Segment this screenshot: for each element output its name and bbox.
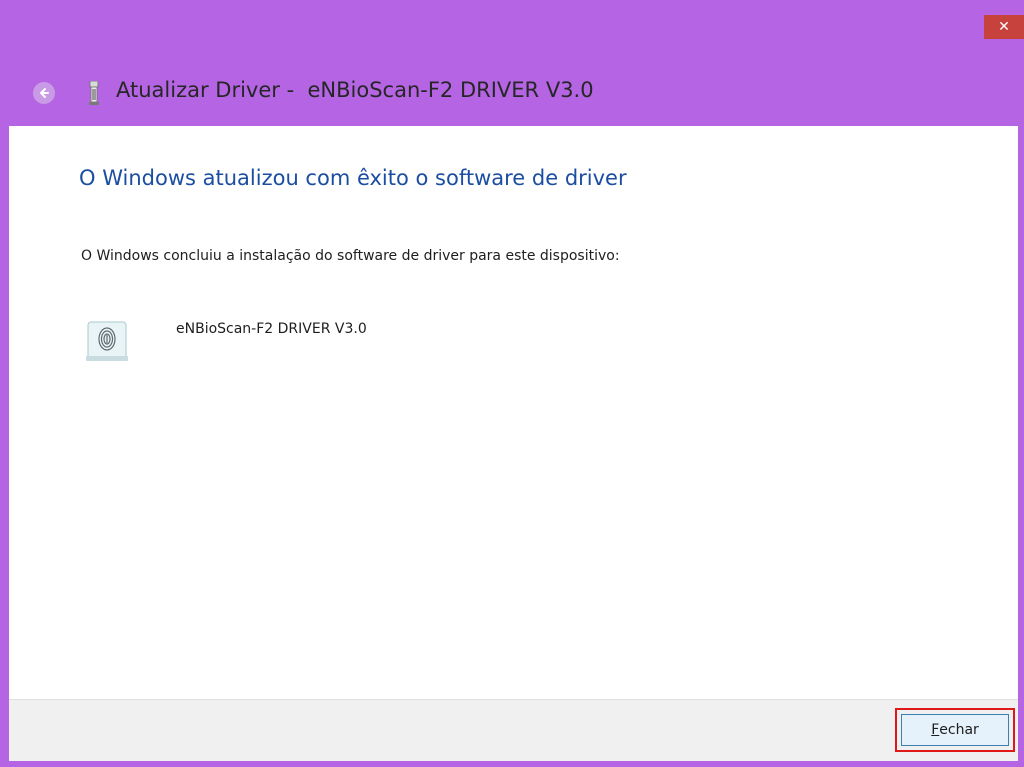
close-icon: ✕ (998, 19, 1010, 35)
usb-device-icon (89, 81, 99, 105)
close-button[interactable]: Fechar (901, 714, 1009, 746)
close-button-highlight: Fechar (895, 708, 1015, 752)
footer-bar: Fechar (9, 699, 1018, 761)
installation-description: O Windows concluiu a instalação do softw… (81, 248, 620, 264)
window-title: Atualizar Driver - eNBioScan-F2 DRIVER V… (116, 78, 594, 102)
fingerprint-icon (86, 321, 128, 361)
close-button-mnemonic: F (931, 722, 940, 738)
device-name: eNBioScan-F2 DRIVER V3.0 (176, 321, 367, 337)
content-panel: O Windows atualizou com êxito o software… (9, 126, 1018, 699)
back-arrow-icon (40, 88, 49, 98)
driver-update-window: ✕ Atualizar Driver - eNBioScan-F2 DRIVER… (0, 0, 1024, 767)
page-heading: O Windows atualizou com êxito o software… (79, 166, 627, 190)
title-bar: Atualizar Driver - eNBioScan-F2 DRIVER V… (0, 60, 1024, 126)
back-button[interactable] (33, 82, 55, 104)
close-button-label: echar (939, 722, 979, 738)
window-close-button[interactable]: ✕ (984, 15, 1024, 39)
